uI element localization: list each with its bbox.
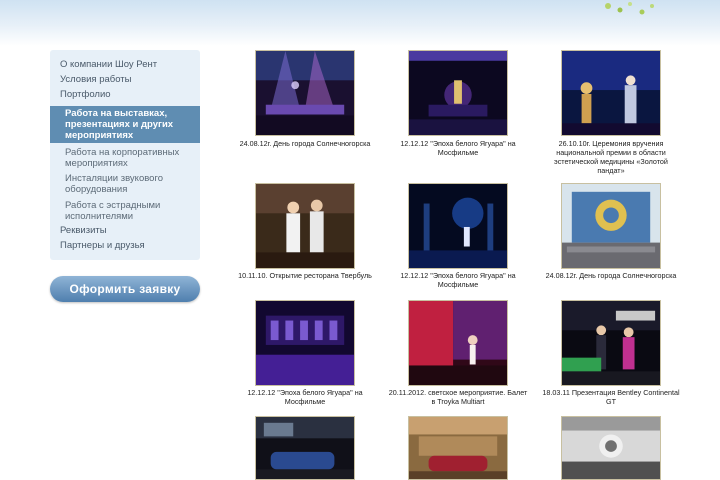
order-button[interactable]: Оформить заявку: [50, 276, 200, 302]
leaves-decoration-icon: [605, 2, 654, 15]
gallery-caption-4: 10.11.10. Открытие ресторана Твербуль: [238, 271, 372, 280]
gallery-thumb-1[interactable]: [255, 50, 355, 136]
gallery-caption-5: 12.12.12 "Эпоха белого Ягуара" на Мосфил…: [400, 271, 516, 289]
gallery-thumb-8[interactable]: [408, 300, 508, 386]
gallery-thumb-3[interactable]: [561, 50, 661, 136]
gallery-caption-2: 12.12.12 "Эпоха белого Ягуара" на Мосфил…: [400, 139, 516, 157]
ceremony-stage-image: [562, 51, 660, 135]
car-presentation-image: [562, 301, 660, 385]
gallery-thumb-12[interactable]: [561, 416, 661, 480]
restaurant-hosts-image: [256, 184, 354, 268]
gallery-thumb-7[interactable]: [255, 300, 355, 386]
sidebar-menu: О компании Шоу Рент Условия работы Портф…: [50, 50, 200, 260]
dark-hall-image: [409, 51, 507, 135]
outdoor-stage-image: [562, 184, 660, 268]
sidebar-item-portfolio[interactable]: Портфолио: [50, 89, 200, 100]
header-band: [0, 0, 720, 46]
sidebar-item-requisites[interactable]: Реквизиты: [50, 225, 200, 236]
gallery-thumb-9[interactable]: [561, 300, 661, 386]
purple-hall-image: [256, 301, 354, 385]
red-ballet-image: [409, 301, 507, 385]
gallery-caption-1: 24.08.12г. День города Солнечногорска: [239, 139, 371, 148]
gallery-thumb-4[interactable]: [255, 183, 355, 269]
gallery-thumb-2[interactable]: [408, 50, 508, 136]
blue-stage-image: [409, 184, 507, 268]
sidebar-item-artists[interactable]: Работа с эстрадными исполнителями: [50, 200, 200, 222]
sidebar-item-exhibitions[interactable]: Работа на выставках, презентациях и друг…: [50, 106, 200, 143]
gallery-thumb-6[interactable]: [561, 183, 661, 269]
sidebar-item-partners[interactable]: Партнеры и друзья: [50, 240, 200, 251]
gallery-caption-7: 12.12.12 "Эпоха белого Ягуара" на Мосфил…: [247, 388, 363, 406]
sidebar-item-corporate[interactable]: Работа на корпоративных мероприятиях: [50, 147, 200, 169]
concert-stage-image: [256, 51, 354, 135]
sidebar-item-installations[interactable]: Инсталяции звукового оборудования: [50, 173, 200, 195]
car-showroom-warm-image: [409, 417, 507, 479]
gallery-thumb-10[interactable]: [255, 416, 355, 480]
car-showroom-dark-image: [256, 417, 354, 479]
gallery-caption-9: 18.03.11 Презентация Bentley Continental…: [542, 388, 680, 406]
gallery-caption-8: 20.11.2012. светское мероприятие. Балет …: [388, 388, 528, 406]
gallery-thumb-5[interactable]: [408, 183, 508, 269]
gallery-thumb-11[interactable]: [408, 416, 508, 480]
gallery-caption-6: 24.08.12г. День города Солнечногорска: [545, 271, 677, 280]
sidebar-item-about[interactable]: О компании Шоу Рент: [50, 59, 200, 70]
bw-hall-image: [562, 417, 660, 479]
gallery-caption-3: 26.10.10г. Церемония вручения национальн…: [554, 139, 668, 175]
sidebar-item-terms[interactable]: Условия работы: [50, 74, 200, 85]
